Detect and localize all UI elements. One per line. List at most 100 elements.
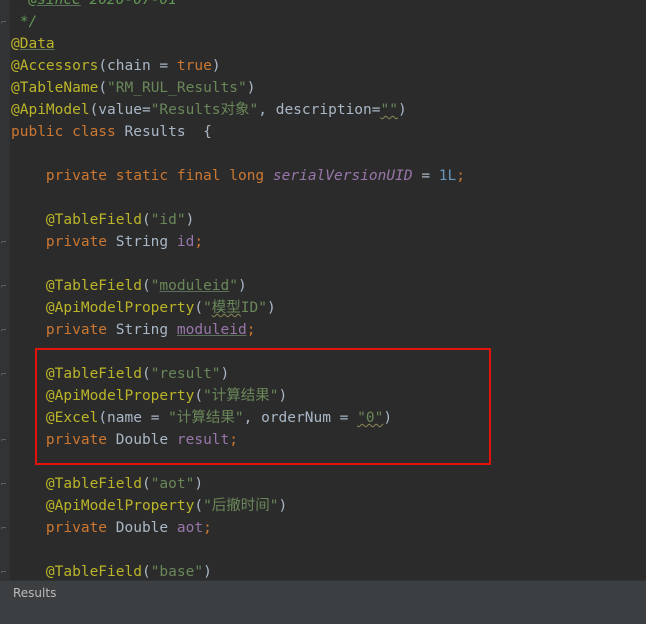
code-line[interactable]: private String id; — [11, 231, 465, 253]
code-line[interactable]: @TableField("result") — [11, 363, 465, 385]
code-token: @TableField — [45, 476, 142, 492]
fold-marker-icon[interactable]: ⌐ — [1, 481, 9, 490]
code-token: ( — [141, 212, 151, 228]
code-token: result — [176, 432, 230, 448]
code-token: "" — [380, 102, 398, 118]
code-token: (chain = — [98, 58, 177, 74]
code-editor[interactable]: ⌐ ⌐ ⌐ ⌐ ⌐ ⌐ ⌐ ⌐ ⌐ @since 2020-07-01 */@D… — [0, 0, 646, 580]
fold-marker-icon[interactable]: ⌐ — [1, 437, 9, 446]
code-token: id — [176, 234, 195, 250]
code-text[interactable]: @since 2020-07-01 */ @Data @Accessors(chai… — [11, 0, 465, 580]
fold-marker-icon[interactable]: ⌐ — [1, 327, 9, 336]
code-line[interactable]: @ApiModelProperty("后撤时间") — [11, 495, 465, 517]
editor-gutter: ⌐ ⌐ ⌐ ⌐ ⌐ ⌐ ⌐ ⌐ ⌐ — [0, 0, 10, 580]
code-token: public class — [11, 124, 125, 140]
code-line[interactable]: @Accessors(chain = true) — [11, 55, 465, 77]
code-line[interactable]: */ — [11, 11, 465, 33]
code-line[interactable]: @ApiModelProperty("模型ID") — [11, 297, 465, 319]
code-token: "计算结果" — [203, 388, 279, 404]
code-token: "result" — [150, 366, 221, 382]
code-token: ( — [141, 278, 151, 294]
code-line[interactable] — [11, 451, 465, 473]
code-token: ) — [278, 388, 288, 404]
code-token: @ — [11, 36, 20, 52]
code-line[interactable]: private String moduleid; — [11, 319, 465, 341]
code-token: true — [176, 58, 212, 74]
code-token: @ApiModelProperty — [45, 300, 195, 316]
code-token: ) — [238, 278, 247, 294]
code-line[interactable]: @since 2020-07-01 — [11, 0, 465, 11]
code-token: @ApiModelProperty — [45, 498, 195, 514]
code-token: ( — [141, 476, 151, 492]
code-token: 1L — [438, 168, 457, 184]
fold-marker-icon[interactable]: ⌐ — [1, 569, 9, 578]
code-line[interactable] — [11, 341, 465, 363]
code-token: ) — [203, 564, 212, 580]
code-token: " — [203, 300, 212, 316]
fold-marker-icon[interactable]: ⌐ — [1, 239, 9, 248]
fold-marker-icon[interactable]: ⌐ — [1, 283, 9, 292]
fold-marker-icon[interactable]: ⌐ — [1, 19, 9, 28]
code-token: @TableField — [45, 278, 142, 294]
code-line[interactable] — [11, 143, 465, 165]
code-line[interactable]: private Double aot; — [11, 517, 465, 539]
code-token: @TableField — [45, 212, 142, 228]
code-token: 2020-07-01 — [80, 0, 177, 8]
code-token: " — [229, 278, 238, 294]
code-token: ) — [194, 476, 204, 492]
code-line[interactable]: @TableField("id") — [11, 209, 465, 231]
code-token: ) — [278, 498, 288, 514]
code-line[interactable]: @TableField("base") — [11, 561, 465, 580]
code-token: "aot" — [150, 476, 195, 492]
code-token: "base" — [150, 564, 204, 580]
code-line[interactable] — [11, 539, 465, 561]
code-token: ; — [194, 234, 204, 250]
code-token: = — [412, 168, 439, 184]
code-line[interactable]: @Data — [11, 33, 465, 55]
code-token: ; — [203, 520, 212, 536]
code-line[interactable]: @Excel(name = "计算结果", orderNum = "0") — [11, 407, 465, 429]
code-token: @TableField — [45, 366, 142, 382]
code-token: Double — [115, 520, 177, 536]
fold-marker-icon[interactable]: ⌐ — [1, 371, 9, 380]
code-line[interactable]: @TableField("aot") — [11, 473, 465, 495]
code-line[interactable] — [11, 187, 465, 209]
code-token: private — [45, 432, 116, 448]
code-token: ) — [246, 80, 256, 96]
code-token: ; — [229, 432, 238, 448]
code-line[interactable]: @ApiModel(value="Results对象", description… — [11, 99, 465, 121]
fold-marker-icon[interactable]: ⌐ — [1, 525, 9, 534]
code-line[interactable]: @ApiModelProperty("计算结果") — [11, 385, 465, 407]
code-token: ( — [141, 366, 151, 382]
code-token: Results { — [124, 124, 212, 140]
code-line[interactable]: private static final long serialVersionU… — [11, 165, 465, 187]
code-line[interactable] — [11, 253, 465, 275]
code-token: (name = — [98, 410, 169, 426]
code-token: @TableField — [45, 564, 142, 580]
code-line[interactable]: @TableField("moduleid") — [11, 275, 465, 297]
code-token: "计算结果" — [168, 410, 244, 426]
tab-results[interactable]: Results — [13, 586, 56, 600]
code-token: private — [45, 322, 116, 338]
code-token: ) — [267, 300, 276, 316]
code-token: ( — [194, 388, 204, 404]
code-token: @ApiModel — [11, 102, 90, 118]
code-token: "Results对象" — [150, 102, 259, 118]
code-token: "0" — [357, 410, 384, 426]
code-token: private static final long — [45, 168, 273, 184]
code-line[interactable]: public class Results { — [11, 121, 465, 143]
code-token: */ — [11, 14, 38, 30]
code-line[interactable]: private Double result; — [11, 429, 465, 451]
code-line[interactable]: @TableName("RM_RUL_Results") — [11, 77, 465, 99]
